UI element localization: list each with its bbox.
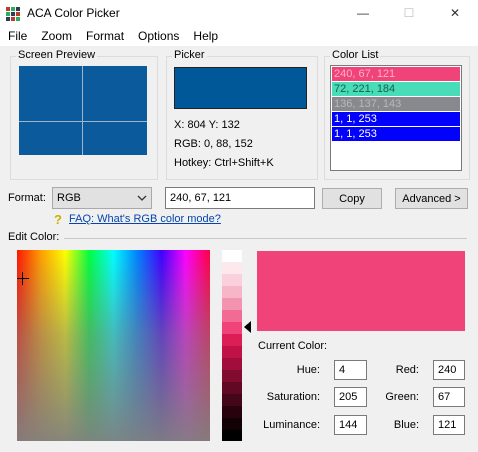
menu-bar: File Zoom Format Options Help bbox=[0, 26, 478, 46]
current-color-label: Current Color: bbox=[258, 340, 328, 352]
color-list-item[interactable]: 1, 1, 253 bbox=[332, 127, 460, 141]
app-icon bbox=[6, 7, 20, 21]
color-value-field[interactable]: 240, 67, 121 bbox=[165, 187, 315, 209]
minimize-button[interactable]: — bbox=[340, 0, 386, 26]
color-list-item[interactable]: 240, 67, 121 bbox=[332, 67, 460, 81]
red-label: Red: bbox=[395, 364, 419, 376]
luminance-bar[interactable] bbox=[222, 250, 242, 441]
color-list-item[interactable]: 1, 1, 253 bbox=[332, 112, 460, 126]
green-label: Green: bbox=[385, 391, 419, 403]
spectrum-crosshair-icon bbox=[17, 272, 35, 290]
title-bar: ACA Color Picker — ☐ ✕ bbox=[0, 0, 478, 26]
current-color-swatch bbox=[257, 251, 465, 331]
picker-position: X: 804 Y: 132 bbox=[174, 119, 240, 131]
faq-link[interactable]: FAQ: What's RGB color mode? bbox=[69, 213, 221, 225]
menu-help[interactable]: Help bbox=[186, 26, 225, 46]
color-list[interactable]: 240, 67, 121 72, 221, 184 136, 137, 143 … bbox=[330, 65, 462, 171]
edit-color-label: Edit Color: bbox=[8, 231, 60, 243]
preview-crosshair-vertical bbox=[82, 66, 83, 155]
edit-color-divider bbox=[64, 238, 467, 239]
luminance-label: Luminance: bbox=[263, 419, 320, 431]
blue-field[interactable]: 121 bbox=[433, 415, 465, 435]
minimize-icon: — bbox=[357, 6, 369, 20]
preview-crosshair-horizontal bbox=[19, 121, 147, 122]
color-list-label: Color List bbox=[330, 49, 381, 61]
maximize-button[interactable]: ☐ bbox=[386, 0, 432, 26]
picker-hotkey: Hotkey: Ctrl+Shift+K bbox=[174, 157, 274, 169]
format-label: Format: bbox=[8, 192, 46, 204]
luminance-pointer-icon[interactable] bbox=[244, 321, 252, 333]
maximize-icon: ☐ bbox=[403, 6, 415, 20]
menu-options[interactable]: Options bbox=[131, 26, 186, 46]
format-select[interactable]: RGB bbox=[52, 187, 152, 209]
picker-swatch bbox=[174, 67, 307, 109]
close-button[interactable]: ✕ bbox=[432, 0, 478, 26]
red-field[interactable]: 240 bbox=[433, 360, 465, 380]
color-list-item[interactable]: 136, 137, 143 bbox=[332, 97, 460, 111]
saturation-field[interactable]: 205 bbox=[334, 387, 367, 407]
picker-rgb: RGB: 0, 88, 152 bbox=[174, 138, 253, 150]
screen-preview-label: Screen Preview bbox=[16, 49, 98, 61]
chevron-down-icon bbox=[137, 195, 147, 201]
luminance-field[interactable]: 144 bbox=[334, 415, 367, 435]
menu-zoom[interactable]: Zoom bbox=[34, 26, 79, 46]
hue-label: Hue: bbox=[296, 364, 320, 376]
menu-format[interactable]: Format bbox=[79, 26, 131, 46]
saturation-label: Saturation: bbox=[266, 391, 320, 403]
close-icon: ✕ bbox=[449, 6, 461, 20]
advanced-button[interactable]: Advanced > bbox=[395, 188, 468, 209]
window-title: ACA Color Picker bbox=[27, 6, 120, 20]
color-list-item[interactable]: 72, 221, 184 bbox=[332, 82, 460, 96]
copy-button[interactable]: Copy bbox=[322, 188, 382, 209]
blue-label: Blue: bbox=[393, 419, 419, 431]
format-select-value: RGB bbox=[57, 192, 81, 204]
green-field[interactable]: 67 bbox=[433, 387, 465, 407]
picker-label: Picker bbox=[172, 49, 207, 61]
help-icon: ? bbox=[54, 212, 62, 227]
screen-preview-canvas[interactable] bbox=[19, 66, 147, 155]
color-spectrum[interactable] bbox=[17, 250, 210, 441]
menu-file[interactable]: File bbox=[0, 26, 34, 46]
hue-field[interactable]: 4 bbox=[334, 360, 367, 380]
